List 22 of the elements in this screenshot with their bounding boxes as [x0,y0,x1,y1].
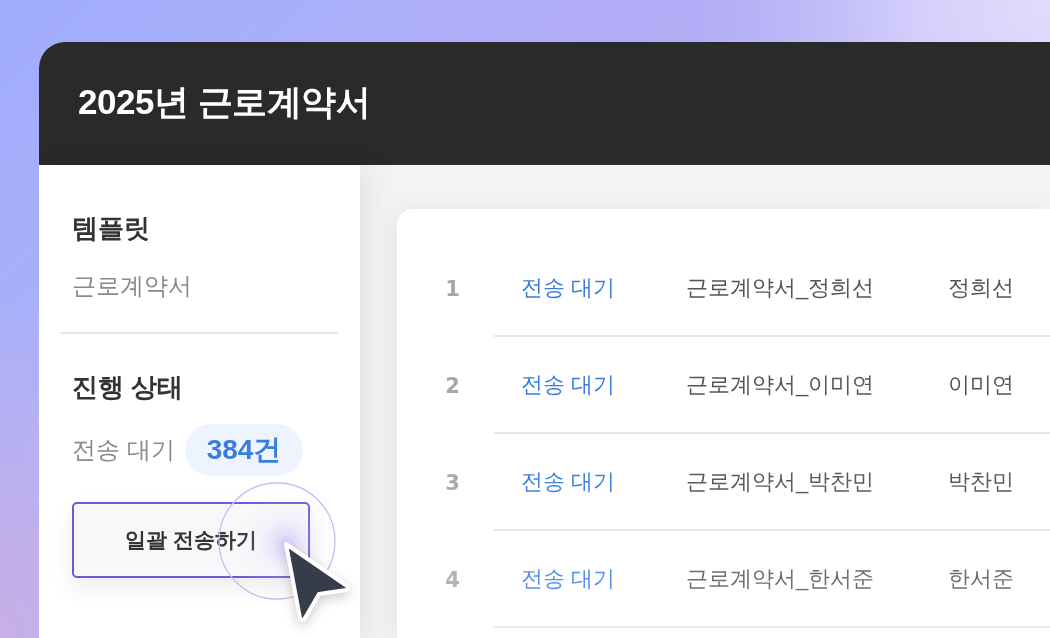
recipient-name: 박찬민 [948,467,1014,496]
status-text: 전송 대기 [521,273,617,302]
section-heading: 진행 상태 [72,371,184,404]
document-name: 근로계약서_한서준 [686,564,876,593]
document-name: 근로계약서_정희선 [686,273,876,302]
template-name: 근로계약서 [72,271,192,301]
row-number: 4 [444,567,461,592]
recipient-name: 정희선 [948,273,1014,302]
row-number: 2 [444,373,461,398]
document-name: 근로계약서_이미연 [686,370,876,399]
recipient-name: 이미연 [948,370,1014,399]
status-label: 전송 대기 [72,435,175,465]
row-number: 1 [444,276,461,301]
status-text: 전송 대기 [521,370,617,399]
recipient-name: 한서준 [948,564,1014,593]
count-badge: 384건 [184,424,304,476]
section-heading: 템플릿 [72,212,150,245]
status-text: 전송 대기 [521,564,617,593]
status-text: 전송 대기 [521,467,617,496]
window-title: 2025년 근로계약서 [78,81,371,123]
row-number: 3 [444,470,461,495]
document-name: 근로계약서_박찬민 [686,467,876,496]
